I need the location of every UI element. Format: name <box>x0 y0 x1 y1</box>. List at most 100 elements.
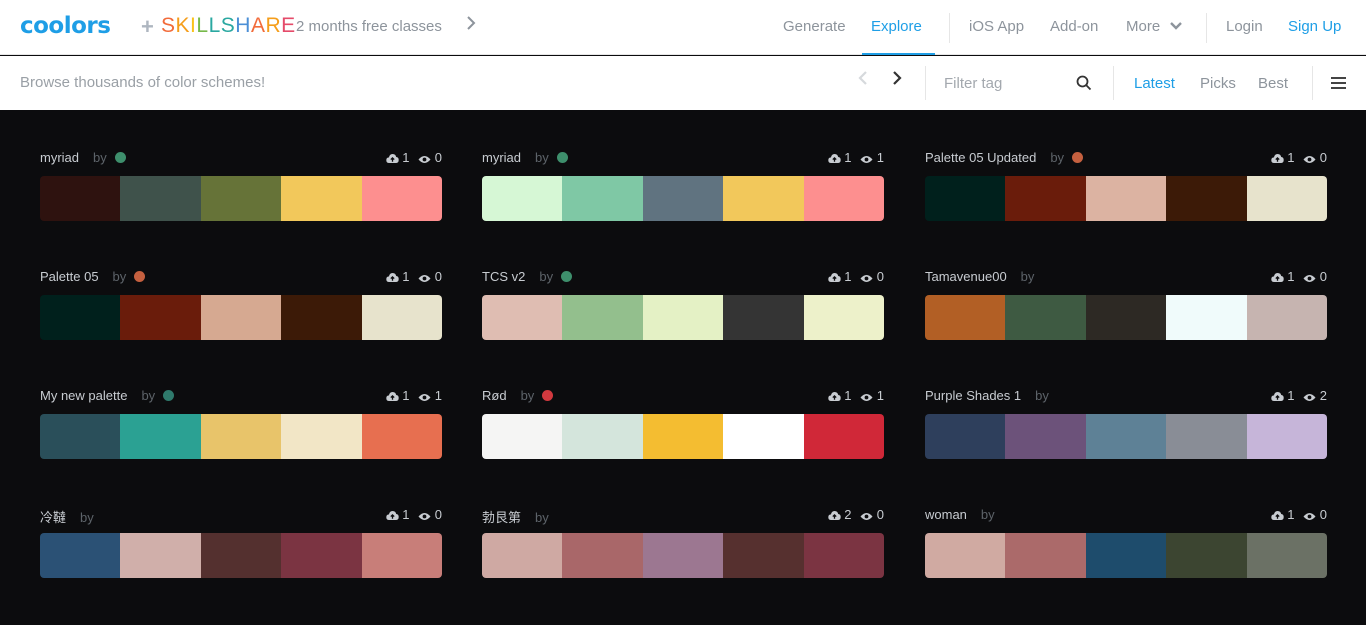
palette-name[interactable]: Purple Shades 1 <box>925 388 1021 403</box>
palette-swatches[interactable] <box>40 176 442 221</box>
author-avatar[interactable] <box>114 152 126 163</box>
nav-explore[interactable]: Explore <box>871 18 922 35</box>
like-icon[interactable] <box>385 391 399 402</box>
palette-name[interactable]: Palette 05 <box>40 269 99 284</box>
color-swatch[interactable] <box>562 295 643 340</box>
author-avatar[interactable] <box>556 152 568 163</box>
palette-name[interactable]: woman <box>925 507 967 522</box>
nav-more[interactable]: More <box>1126 18 1183 35</box>
nav-generate[interactable]: Generate <box>783 18 846 35</box>
palette-name[interactable]: myriad <box>482 150 521 165</box>
color-swatch[interactable] <box>1246 533 1327 578</box>
color-swatch[interactable] <box>723 533 804 578</box>
color-swatch[interactable] <box>120 533 201 578</box>
like-icon[interactable] <box>827 391 841 402</box>
color-swatch[interactable] <box>1246 414 1327 459</box>
palette-name[interactable]: Tamavenue00 <box>925 269 1007 284</box>
palette-name[interactable]: My new palette <box>40 388 127 403</box>
like-icon[interactable] <box>1270 510 1284 521</box>
like-icon[interactable] <box>385 510 399 521</box>
author-avatar[interactable] <box>1072 152 1084 163</box>
color-swatch[interactable] <box>281 176 362 221</box>
color-swatch[interactable] <box>361 414 442 459</box>
color-swatch[interactable] <box>642 176 724 221</box>
filter-tag-input[interactable] <box>944 71 1064 95</box>
sort-latest[interactable]: Latest <box>1134 75 1175 92</box>
color-swatch[interactable] <box>1166 414 1247 459</box>
color-swatch[interactable] <box>1085 533 1167 578</box>
color-swatch[interactable] <box>925 176 1006 221</box>
color-swatch[interactable] <box>482 533 563 578</box>
next-page-icon[interactable] <box>892 70 902 91</box>
color-swatch[interactable] <box>1005 533 1086 578</box>
color-swatch[interactable] <box>40 414 121 459</box>
promo-link[interactable]: 2 months free classes <box>296 18 442 35</box>
nav-add-on[interactable]: Add-on <box>1050 18 1098 35</box>
palette-swatches[interactable] <box>482 533 884 578</box>
color-swatch[interactable] <box>361 533 442 578</box>
color-swatch[interactable] <box>723 295 804 340</box>
color-swatch[interactable] <box>642 414 724 459</box>
palette-card[interactable]: Tamavenue00 by 1 0 <box>925 269 1327 359</box>
like-icon[interactable] <box>1270 272 1284 283</box>
author-avatar[interactable] <box>561 271 573 282</box>
color-swatch[interactable] <box>281 295 362 340</box>
palette-swatches[interactable] <box>482 414 884 459</box>
color-swatch[interactable] <box>482 176 563 221</box>
palette-swatches[interactable] <box>40 414 442 459</box>
color-swatch[interactable] <box>361 176 442 221</box>
like-icon[interactable] <box>827 510 841 521</box>
palette-card[interactable]: Palette 05 by 1 0 <box>40 269 442 359</box>
author-avatar[interactable] <box>542 390 554 401</box>
color-swatch[interactable] <box>120 176 201 221</box>
palette-swatches[interactable] <box>40 295 442 340</box>
palette-card[interactable]: Rød by 1 1 <box>482 388 884 478</box>
author-avatar[interactable] <box>163 390 175 401</box>
skillshare-logo[interactable]: SKILLSHARE <box>161 14 296 38</box>
hamburger-menu-icon[interactable] <box>1331 77 1346 92</box>
palette-swatches[interactable] <box>925 533 1327 578</box>
color-swatch[interactable] <box>40 176 121 221</box>
color-swatch[interactable] <box>1005 295 1086 340</box>
search-icon[interactable] <box>1076 75 1092 96</box>
palette-name[interactable]: 冷韃 <box>40 510 66 525</box>
prev-page-icon[interactable] <box>858 70 868 91</box>
color-swatch[interactable] <box>1005 414 1086 459</box>
like-icon[interactable] <box>827 153 841 164</box>
color-swatch[interactable] <box>281 533 362 578</box>
color-swatch[interactable] <box>803 176 884 221</box>
color-swatch[interactable] <box>803 414 884 459</box>
color-swatch[interactable] <box>723 414 804 459</box>
color-swatch[interactable] <box>482 295 563 340</box>
palette-swatches[interactable] <box>482 176 884 221</box>
color-swatch[interactable] <box>120 414 201 459</box>
chevron-right-icon[interactable] <box>466 16 476 35</box>
color-swatch[interactable] <box>642 533 724 578</box>
palette-card[interactable]: TCS v2 by 1 0 <box>482 269 884 359</box>
color-swatch[interactable] <box>642 295 724 340</box>
author-avatar[interactable] <box>134 271 146 282</box>
login-link[interactable]: Login <box>1226 18 1263 35</box>
palette-card[interactable]: Purple Shades 1 by 1 2 <box>925 388 1327 478</box>
color-swatch[interactable] <box>200 414 282 459</box>
palette-card[interactable]: 勃艮第 by 2 0 <box>482 507 884 597</box>
like-icon[interactable] <box>385 153 399 164</box>
color-swatch[interactable] <box>1246 176 1327 221</box>
color-swatch[interactable] <box>925 414 1006 459</box>
color-swatch[interactable] <box>803 533 884 578</box>
like-icon[interactable] <box>1270 391 1284 402</box>
color-swatch[interactable] <box>200 295 282 340</box>
like-icon[interactable] <box>827 272 841 283</box>
color-swatch[interactable] <box>925 533 1006 578</box>
color-swatch[interactable] <box>925 295 1006 340</box>
color-swatch[interactable] <box>40 533 121 578</box>
color-swatch[interactable] <box>562 533 643 578</box>
sort-picks[interactable]: Picks <box>1200 75 1236 92</box>
coolors-logo[interactable]: coolors <box>20 13 111 39</box>
palette-card[interactable]: 冷韃 by 1 0 <box>40 507 442 597</box>
color-swatch[interactable] <box>1085 176 1167 221</box>
color-swatch[interactable] <box>803 295 884 340</box>
color-swatch[interactable] <box>1246 295 1327 340</box>
sort-best[interactable]: Best <box>1258 75 1288 92</box>
color-swatch[interactable] <box>361 295 442 340</box>
